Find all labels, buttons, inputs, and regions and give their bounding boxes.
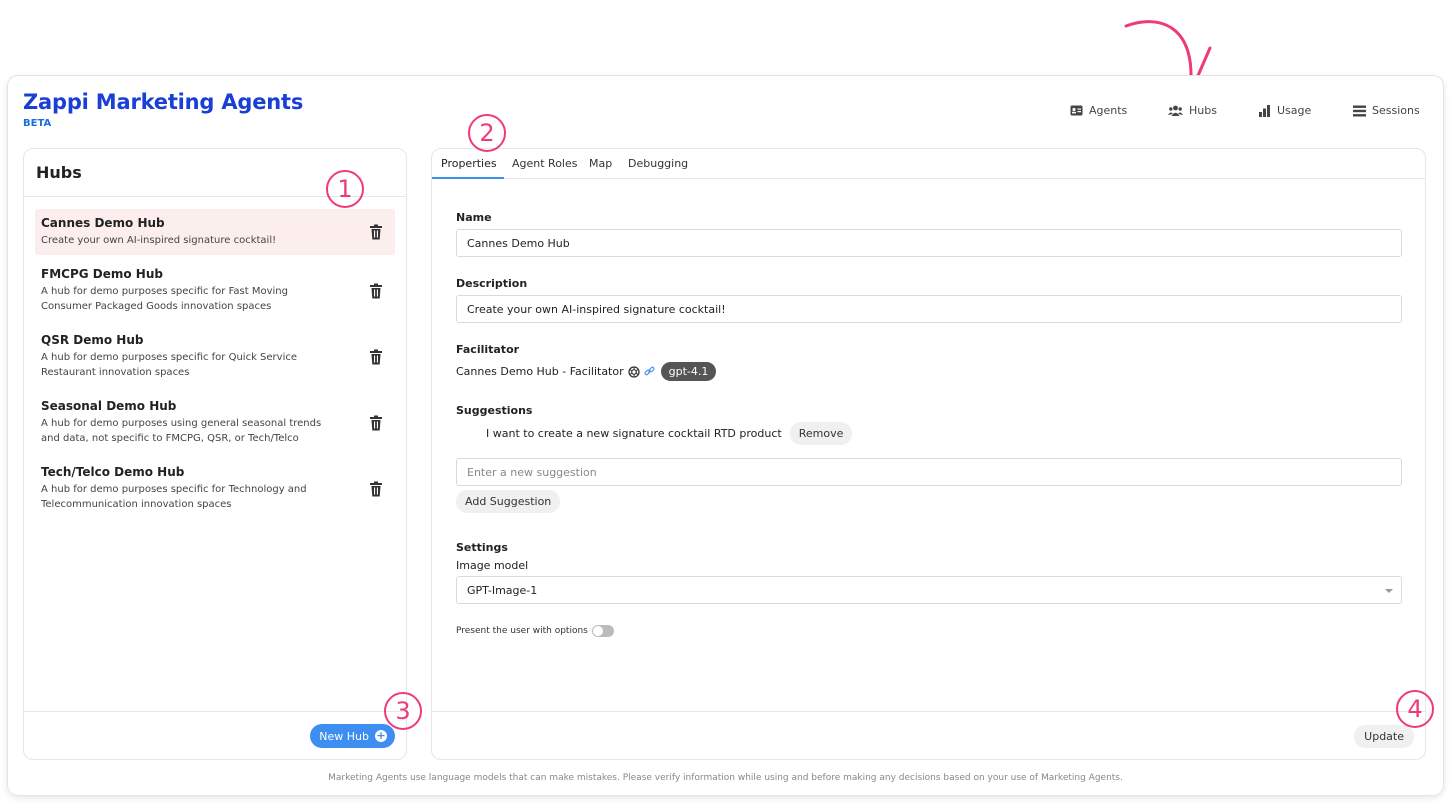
present-options-label: Present the user with options bbox=[456, 626, 588, 636]
image-model-value: GPT-Image-1 bbox=[467, 583, 538, 597]
nav-usage-label: Usage bbox=[1277, 104, 1312, 117]
suggestions-label: Suggestions bbox=[456, 404, 533, 417]
app-window: Zappi Marketing Agents BETA Agents Hubs … bbox=[8, 76, 1443, 795]
facilitator-row: Cannes Demo Hub - Facilitator gpt-4.1 bbox=[456, 362, 717, 381]
add-suggestion-button[interactable]: Add Suggestion bbox=[456, 490, 561, 513]
facilitator-name: Cannes Demo Hub - Facilitator bbox=[456, 365, 624, 378]
caret-down-icon bbox=[1385, 589, 1393, 593]
name-value: Cannes Demo Hub bbox=[467, 236, 570, 250]
suggestion-text: I want to create a new signature cocktai… bbox=[486, 427, 782, 440]
name-label: Name bbox=[456, 211, 492, 224]
disclaimer: Marketing Agents use language models tha… bbox=[328, 773, 1123, 783]
nav-sessions[interactable]: Sessions bbox=[1353, 104, 1420, 117]
remove-suggestion-button[interactable]: Remove bbox=[789, 422, 853, 445]
annotation-3: 3 bbox=[384, 692, 422, 730]
hub-item-qsr[interactable]: QSR Demo Hub A hub for demo purposes spe… bbox=[35, 326, 395, 387]
model-badge: gpt-4.1 bbox=[660, 362, 717, 381]
tab-bar: Properties Agent Roles Map Debugging bbox=[432, 149, 1425, 179]
nav-agents-label: Agents bbox=[1089, 104, 1128, 117]
image-model-label: Image model bbox=[456, 559, 529, 572]
nav-hubs[interactable]: Hubs bbox=[1168, 104, 1217, 117]
users-icon bbox=[1168, 105, 1183, 116]
description-value: Create your own AI-inspired signature co… bbox=[467, 302, 726, 316]
hub-name: Tech/Telco Demo Hub bbox=[41, 465, 185, 479]
image-model-select[interactable]: GPT-Image-1 bbox=[456, 576, 1402, 604]
tab-debugging[interactable]: Debugging bbox=[628, 157, 688, 170]
hub-description: A hub for demo purposes specific for Fas… bbox=[41, 286, 288, 312]
plus-circle-icon: + bbox=[375, 729, 387, 742]
hub-item-tech-telco[interactable]: Tech/Telco Demo Hub A hub for demo purpo… bbox=[35, 458, 395, 519]
link-icon[interactable] bbox=[644, 366, 655, 377]
suggestion-item: I want to create a new signature cocktai… bbox=[486, 422, 853, 445]
trash-icon[interactable] bbox=[369, 283, 383, 299]
tab-agent-roles[interactable]: Agent Roles bbox=[512, 157, 578, 170]
nav-agents[interactable]: Agents bbox=[1070, 104, 1127, 117]
hub-description: A hub for demo purposes specific for Tec… bbox=[41, 484, 307, 510]
id-card-icon bbox=[1070, 105, 1083, 116]
hub-item-cannes[interactable]: Cannes Demo Hub Create your own AI-inspi… bbox=[35, 209, 395, 255]
hub-editor-panel: Properties Agent Roles Map Debugging Nam… bbox=[431, 148, 1426, 760]
hub-description: A hub for demo purposes using general se… bbox=[41, 418, 322, 444]
facilitator-label: Facilitator bbox=[456, 343, 520, 356]
hubs-footer: New Hub + bbox=[24, 711, 406, 761]
trash-icon[interactable] bbox=[369, 224, 383, 240]
update-button[interactable]: Update bbox=[1354, 725, 1414, 748]
new-hub-label: New Hub bbox=[319, 729, 369, 743]
settings-label: Settings bbox=[456, 541, 508, 554]
top-nav: Agents Hubs Usage Sessions bbox=[8, 104, 1443, 122]
nav-usage[interactable]: Usage bbox=[1258, 104, 1311, 117]
tab-properties[interactable]: Properties bbox=[441, 157, 497, 170]
annotation-2: 2 bbox=[468, 114, 506, 152]
new-hub-button[interactable]: New Hub + bbox=[310, 724, 395, 748]
hub-description: Create your own AI-inspired signature co… bbox=[41, 235, 277, 246]
active-tab-indicator bbox=[432, 177, 504, 179]
openai-logo-icon bbox=[627, 365, 640, 378]
annotation-4: 4 bbox=[1396, 690, 1434, 728]
editor-footer: Update bbox=[432, 711, 1425, 761]
hub-name: QSR Demo Hub bbox=[41, 333, 144, 347]
hub-name: Cannes Demo Hub bbox=[41, 216, 165, 230]
new-suggestion-input[interactable] bbox=[456, 458, 1402, 486]
list-icon bbox=[1353, 105, 1366, 116]
hub-name: FMCPG Demo Hub bbox=[41, 267, 163, 281]
trash-icon[interactable] bbox=[369, 415, 383, 431]
hubs-panel: Hubs Cannes Demo Hub Create your own AI-… bbox=[23, 148, 407, 760]
present-options-toggle[interactable] bbox=[591, 625, 614, 637]
hub-item-seasonal[interactable]: Seasonal Demo Hub A hub for demo purpose… bbox=[35, 392, 395, 453]
toggle-knob bbox=[592, 626, 603, 636]
name-field[interactable]: Cannes Demo Hub bbox=[456, 229, 1402, 257]
description-field[interactable]: Create your own AI-inspired signature co… bbox=[456, 295, 1402, 323]
bar-chart-icon bbox=[1259, 104, 1270, 117]
trash-icon[interactable] bbox=[369, 481, 383, 497]
hub-name: Seasonal Demo Hub bbox=[41, 399, 177, 413]
tab-map[interactable]: Map bbox=[589, 157, 612, 170]
description-label: Description bbox=[456, 277, 528, 290]
hub-item-fmcpg[interactable]: FMCPG Demo Hub A hub for demo purposes s… bbox=[35, 260, 395, 321]
annotation-1: 1 bbox=[326, 170, 364, 208]
present-options-row: Present the user with options bbox=[456, 625, 614, 637]
hub-description: A hub for demo purposes specific for Qui… bbox=[41, 352, 298, 378]
nav-sessions-label: Sessions bbox=[1372, 104, 1420, 117]
nav-hubs-label: Hubs bbox=[1189, 104, 1217, 117]
trash-icon[interactable] bbox=[369, 349, 383, 365]
